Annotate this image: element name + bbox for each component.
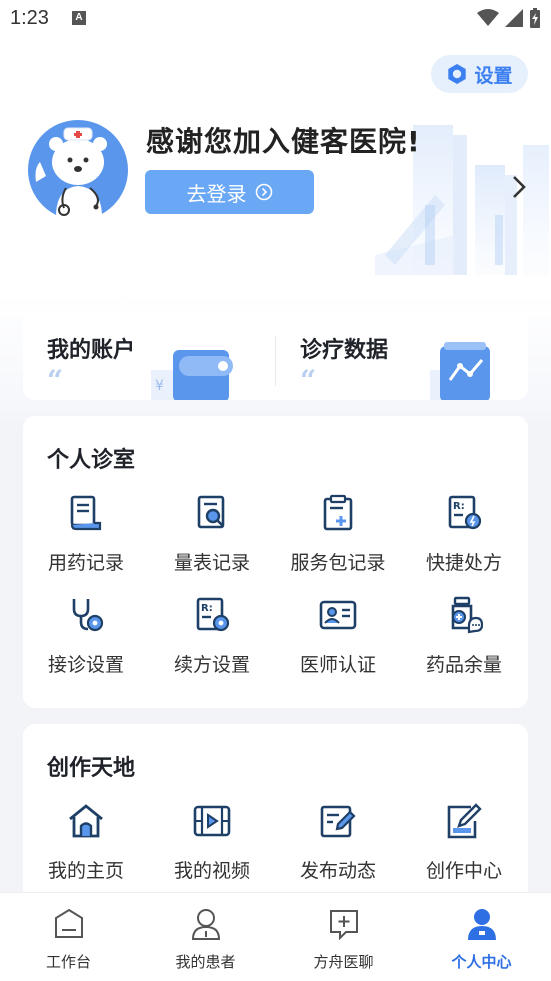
settings-button[interactable]: 设置	[431, 55, 528, 93]
my-account-entry[interactable]: 我的账户 “ ¥	[23, 310, 275, 400]
quick-prescription-entry[interactable]: R: 快捷处方	[401, 494, 527, 584]
account-card: 我的账户 “ ¥ 诊疗数据 “	[23, 310, 528, 400]
doctor-certification-icon	[319, 600, 357, 630]
diagnosis-data-entry[interactable]: 诊疗数据 “	[276, 310, 528, 400]
scale-record-entry[interactable]: 量表记录	[149, 494, 275, 584]
home-icon	[69, 804, 103, 838]
wallet-illustration: ¥	[151, 350, 233, 400]
grid-label: 用药记录	[47, 552, 124, 574]
chevron-circle-icon	[255, 183, 272, 201]
login-label: 去登录	[186, 181, 247, 206]
my-homepage-entry[interactable]: 我的主页	[23, 802, 149, 892]
tab-label: 方舟医聊	[313, 953, 374, 971]
avatar[interactable]	[26, 120, 131, 217]
tab-patients[interactable]: 我的患者	[137, 893, 274, 981]
tab-label: 个人中心	[451, 953, 512, 971]
personal-clinic-card: 个人诊室 用药记录 量表记录 服务包记录 R: 快捷处方 接诊设置 R: 续方设…	[23, 416, 528, 708]
creation-title: 创作天地	[47, 756, 136, 781]
svg-text:R:: R:	[453, 501, 465, 512]
creation-center-entry[interactable]: 创作中心	[401, 802, 527, 892]
tab-label: 工作台	[45, 953, 91, 971]
grid-label: 服务包记录	[290, 552, 386, 574]
grid-label: 我的视频	[173, 860, 250, 882]
service-package-icon	[323, 494, 353, 531]
quote-mark: “	[300, 364, 317, 397]
doctor-certification-entry[interactable]: 医师认证	[275, 596, 401, 686]
renew-prescription-icon: R:	[196, 597, 230, 632]
settings-label: 设置	[474, 64, 513, 87]
grid-label: 医师认证	[299, 654, 376, 676]
tab-label: 我的患者	[175, 953, 236, 971]
medicine-stock-entry[interactable]: 药品余量	[401, 596, 527, 686]
video-icon	[193, 805, 231, 837]
tab-profile[interactable]: 个人中心	[413, 893, 550, 981]
publish-post-entry[interactable]: 发布动态	[275, 802, 401, 892]
grid-label: 药品余量	[425, 654, 502, 676]
scale-record-icon	[197, 495, 225, 529]
signal-icon	[505, 9, 523, 27]
status-time: 1:23	[10, 7, 49, 29]
chart-illustration	[430, 342, 490, 400]
my-videos-entry[interactable]: 我的视频	[149, 802, 275, 892]
medication-record-entry[interactable]: 用药记录	[23, 494, 149, 584]
notification-icon: A	[72, 11, 86, 25]
wifi-icon	[477, 9, 499, 26]
diagnosis-data-title: 诊疗数据	[300, 338, 389, 363]
svg-text:R:: R:	[201, 603, 213, 614]
status-bar: 1:23 A	[0, 0, 551, 38]
chat-icon	[330, 910, 358, 941]
service-package-entry[interactable]: 服务包记录	[275, 494, 401, 584]
grid-label: 我的主页	[47, 860, 124, 882]
grid-label: 快捷处方	[425, 552, 502, 574]
creation-card: 创作天地 我的主页 我的视频 发布动态 创作中心	[23, 724, 528, 892]
medicine-stock-icon	[451, 596, 483, 634]
consultation-settings-entry[interactable]: 接诊设置	[23, 596, 149, 686]
bottom-navigation: 工作台 我的患者 方舟医聊 个人中心	[0, 892, 551, 981]
quote-mark: “	[47, 364, 64, 397]
login-button[interactable]: 去登录	[145, 170, 314, 214]
stethoscope-settings-icon	[72, 599, 104, 632]
publish-post-icon	[320, 805, 356, 838]
my-account-title: 我的账户	[47, 338, 136, 363]
tab-workbench[interactable]: 工作台	[0, 893, 137, 981]
quick-prescription-icon: R:	[448, 495, 482, 530]
grid-label: 发布动态	[299, 860, 376, 882]
renew-prescription-entry[interactable]: R: 续方设置	[149, 596, 275, 686]
settings-icon	[448, 64, 467, 84]
grid-label: 续方设置	[173, 654, 250, 676]
workbench-icon	[55, 908, 83, 938]
profile-icon	[468, 909, 496, 940]
grid-label: 接诊设置	[47, 654, 124, 676]
patients-icon	[191, 909, 221, 940]
battery-icon	[530, 8, 540, 28]
svg-text:¥: ¥	[155, 378, 164, 394]
creation-center-icon	[447, 803, 482, 839]
welcome-message: 感谢您加入健客医院!	[146, 125, 421, 158]
medication-record-icon	[70, 495, 102, 531]
tab-chat[interactable]: 方舟医聊	[275, 893, 412, 981]
personal-clinic-title: 个人诊室	[47, 448, 136, 473]
grid-label: 创作中心	[425, 860, 502, 882]
status-icons	[477, 8, 541, 28]
chevron-right-icon[interactable]	[510, 175, 528, 199]
grid-label: 量表记录	[173, 552, 250, 574]
